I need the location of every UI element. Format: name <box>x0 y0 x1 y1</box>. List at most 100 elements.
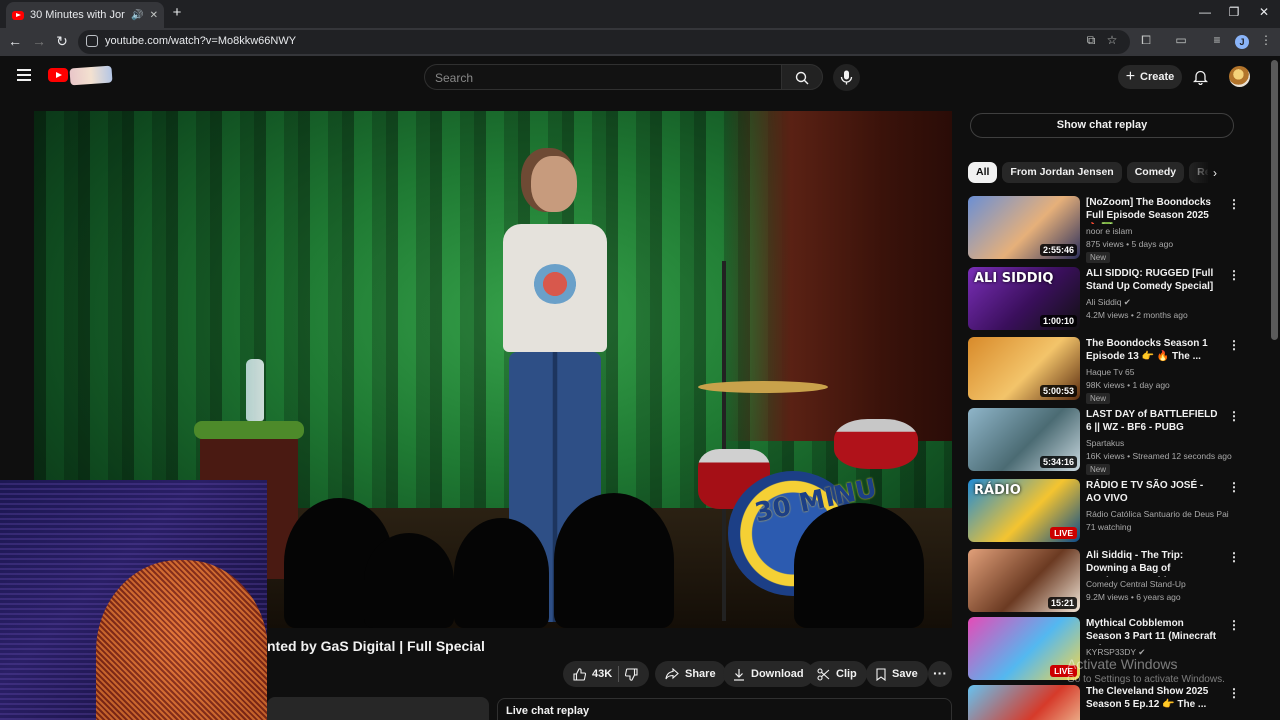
youtube-favicon-icon <box>12 10 24 20</box>
omnibox[interactable]: youtube.com/watch?v=Mo8kkw66NWY <box>78 30 1130 54</box>
like-divider <box>618 666 620 682</box>
recommendation-item[interactable]: 5:00:53 The Boondocks Season 1 Episode 13… <box>968 337 1240 404</box>
close-window-icon[interactable]: ✕ <box>1256 5 1272 19</box>
like-count[interactable]: 43K <box>592 668 612 680</box>
filter-chip[interactable]: All <box>968 162 998 183</box>
download-icon <box>734 668 744 681</box>
restore-icon[interactable]: ❐ <box>1226 5 1242 19</box>
live-chat-replay-label: Live chat replay <box>506 705 590 717</box>
recommendation-title[interactable]: RÁDIO E TV SÃO JOSÉ - AO VIVO <box>1086 479 1220 505</box>
show-chat-replay-button[interactable]: Show chat replay <box>970 113 1234 138</box>
recommendation-title[interactable]: [NoZoom] The Boondocks Full Episode Seas… <box>1086 196 1220 224</box>
search-icon <box>795 71 809 85</box>
recommendation-meta: 71 watching <box>1086 522 1132 532</box>
search-button[interactable] <box>781 64 823 90</box>
thumbs-up-icon[interactable] <box>573 667 586 681</box>
webcam-overlay <box>0 480 267 720</box>
more-options-icon[interactable]: ⋮ <box>1228 198 1240 210</box>
youtube-logo[interactable] <box>48 65 113 86</box>
duration-badge: 5:00:53 <box>1039 385 1077 397</box>
voice-search-button[interactable] <box>833 64 860 91</box>
back-icon[interactable]: ← <box>6 33 24 49</box>
youtube-play-icon <box>48 68 68 82</box>
create-button[interactable]: + Create <box>1118 65 1182 89</box>
browser-menu-icon[interactable]: ⋮ <box>1258 33 1274 47</box>
page-scrollbar[interactable] <box>1271 60 1278 340</box>
minimize-icon[interactable]: — <box>1197 5 1213 19</box>
save-button[interactable]: Save <box>866 661 928 687</box>
recommendation-item[interactable]: 2:55:46 [NoZoom] The Boondocks Full Episo… <box>968 196 1240 263</box>
extensions-icon[interactable]: ⧠ <box>1138 33 1154 48</box>
more-options-icon[interactable]: ⋮ <box>1228 339 1240 351</box>
more-options-icon[interactable]: ⋮ <box>1228 481 1240 493</box>
url-text[interactable]: youtube.com/watch?v=Mo8kkw66NWY <box>105 35 296 47</box>
clip-button[interactable]: Clip <box>807 661 867 687</box>
recommendation-channel[interactable]: Rádio Católica Santuario de Deus Pai <box>1086 509 1229 519</box>
more-actions-button[interactable]: ··· <box>928 661 952 687</box>
thumbnail-text: RÁDIO <box>974 483 1021 498</box>
account-avatar[interactable] <box>1229 66 1250 87</box>
live-chat-replay-panel[interactable]: Live chat replay <box>497 698 952 720</box>
watermark-subtitle: Go to Settings to activate Windows. <box>1067 674 1225 685</box>
video-thumbnail[interactable]: ALI SIDDIQ 1:00:10 <box>968 267 1080 330</box>
video-thumbnail[interactable]: 5:00:53 <box>968 337 1080 400</box>
chevron-right-icon[interactable]: › <box>1213 166 1217 180</box>
cast-icon[interactable]: ▭ <box>1173 33 1189 47</box>
recommendation-title[interactable]: ALI SIDDIQ: RUGGED [Full Stand Up Comedy… <box>1086 267 1220 293</box>
recommendation-channel[interactable]: Spartakus <box>1086 438 1124 448</box>
recommendation-title[interactable]: Mythical Cobblemon Season 3 Part 11 (Min… <box>1086 617 1220 645</box>
recommendation-meta: 875 views • 5 days ago <box>1086 239 1174 249</box>
browser-tab[interactable]: 30 Minutes with Jordan Jensen 🔊 ✕ <box>6 2 164 28</box>
recommendation-meta: 9.2M views • 6 years ago <box>1086 592 1181 602</box>
activate-windows-watermark: Activate Windows Go to Settings to activ… <box>1067 657 1225 687</box>
reading-list-icon[interactable]: ≡ <box>1209 33 1225 47</box>
video-title: nted by GaS Digital | Full Special <box>267 638 485 654</box>
forward-icon[interactable]: → <box>30 33 48 49</box>
recommendation-title[interactable]: The Cleveland Show 2025 Season 5 Ep.12 👉… <box>1086 685 1220 711</box>
hamburger-menu-icon[interactable] <box>17 69 31 81</box>
search-input[interactable] <box>435 69 765 87</box>
video-thumbnail[interactable]: LIVE <box>968 617 1080 680</box>
video-thumbnail[interactable]: 5:34:16 <box>968 408 1080 471</box>
more-options-icon[interactable]: ⋮ <box>1228 687 1240 699</box>
speaker-icon[interactable]: 🔊 <box>131 10 143 21</box>
more-options-icon[interactable]: ⋮ <box>1228 551 1240 563</box>
install-app-icon[interactable]: ⧉ <box>1083 33 1099 48</box>
filter-chip[interactable]: From Jordan Jensen <box>1002 162 1122 183</box>
recommendation-item[interactable]: 5:34:16 LAST DAY of BATTLEFIELD 6 || WZ -… <box>968 408 1240 475</box>
recommendation-item[interactable]: RÁDIO LIVE RÁDIO E TV SÃO JOSÉ - AO VIVO Rá… <box>968 479 1240 543</box>
recommendation-item[interactable]: The Cleveland Show 2025 Season 5 Ep.12 👉… <box>968 685 1240 720</box>
bell-icon <box>1192 70 1209 86</box>
browser-profile-avatar[interactable]: J <box>1235 35 1249 49</box>
download-button[interactable]: Download <box>723 661 814 687</box>
more-options-icon[interactable]: ⋮ <box>1228 619 1240 631</box>
recommendation-channel[interactable]: noor e islam <box>1086 226 1132 236</box>
thumbs-down-icon[interactable] <box>625 667 638 681</box>
bookmark-star-icon[interactable]: ☆ <box>1104 33 1120 47</box>
bookmark-icon <box>876 667 886 681</box>
recommendation-channel[interactable]: Comedy Central Stand-Up <box>1086 579 1186 589</box>
share-label: Share <box>685 668 716 680</box>
recommendation-title[interactable]: The Boondocks Season 1 Episode 13 👉 🔥 Th… <box>1086 337 1220 363</box>
recommendation-item[interactable]: 15:21 Ali Siddiq - The Trip: Downing a Ba… <box>968 549 1240 613</box>
recommendation-item[interactable]: ALI SIDDIQ 1:00:10 ALI SIDDIQ: RUGGED [Ful… <box>968 267 1240 331</box>
recommendation-channel[interactable]: Ali Siddiq ✔ <box>1086 297 1131 308</box>
share-button[interactable]: Share <box>655 661 726 687</box>
snare-drum <box>834 419 918 469</box>
notifications-button[interactable] <box>1192 69 1209 90</box>
new-tab-button[interactable]: + <box>168 4 186 22</box>
video-thumbnail[interactable]: RÁDIO LIVE <box>968 479 1080 542</box>
more-options-icon[interactable]: ⋮ <box>1228 269 1240 281</box>
recommendation-title[interactable]: Ali Siddiq - The Trip: Downing a Bag of … <box>1086 549 1220 577</box>
reload-icon[interactable]: ↻ <box>53 33 71 50</box>
recommendation-title[interactable]: LAST DAY of BATTLEFIELD 6 || WZ - BF6 - … <box>1086 408 1220 434</box>
video-thumbnail[interactable] <box>968 685 1080 720</box>
more-options-icon[interactable]: ⋮ <box>1228 410 1240 422</box>
filter-chip[interactable]: Comedy <box>1126 162 1185 183</box>
close-tab-icon[interactable]: ✕ <box>150 10 158 21</box>
video-thumbnail[interactable]: 15:21 <box>968 549 1080 612</box>
recommendation-channel[interactable]: Haque Tv 65 <box>1086 367 1135 377</box>
site-info-icon[interactable] <box>86 35 98 47</box>
video-thumbnail[interactable]: 2:55:46 <box>968 196 1080 259</box>
description-box[interactable] <box>267 697 489 720</box>
